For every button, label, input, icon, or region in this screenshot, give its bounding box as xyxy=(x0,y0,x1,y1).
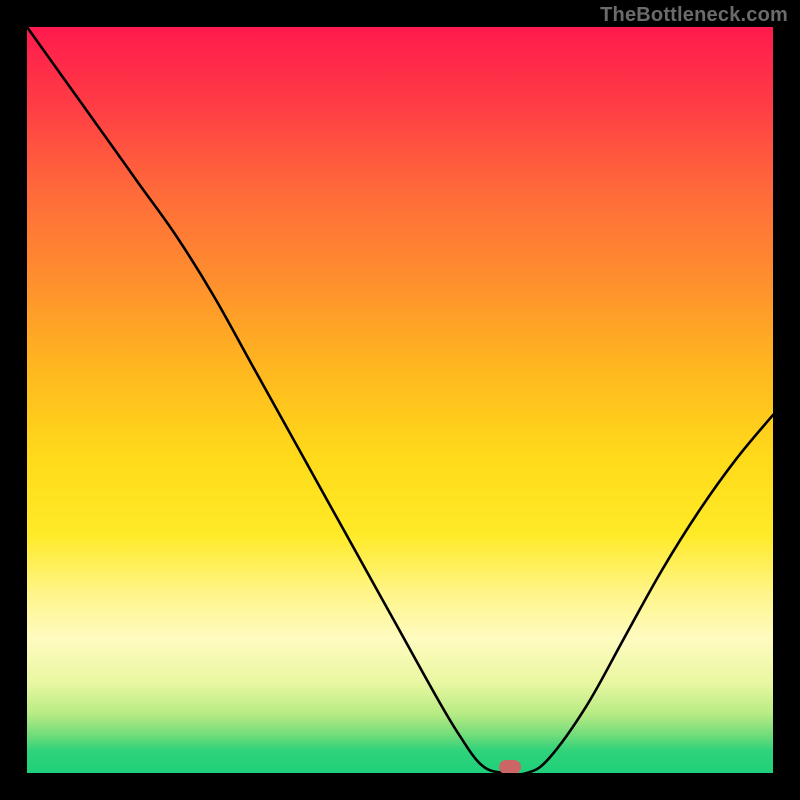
line-chart xyxy=(27,27,773,773)
watermark-text: TheBottleneck.com xyxy=(600,4,788,27)
current-point-marker xyxy=(499,760,521,773)
plot-area xyxy=(27,27,773,773)
chart-frame: TheBottleneck.com xyxy=(0,0,800,800)
bottleneck-curve xyxy=(27,27,773,773)
